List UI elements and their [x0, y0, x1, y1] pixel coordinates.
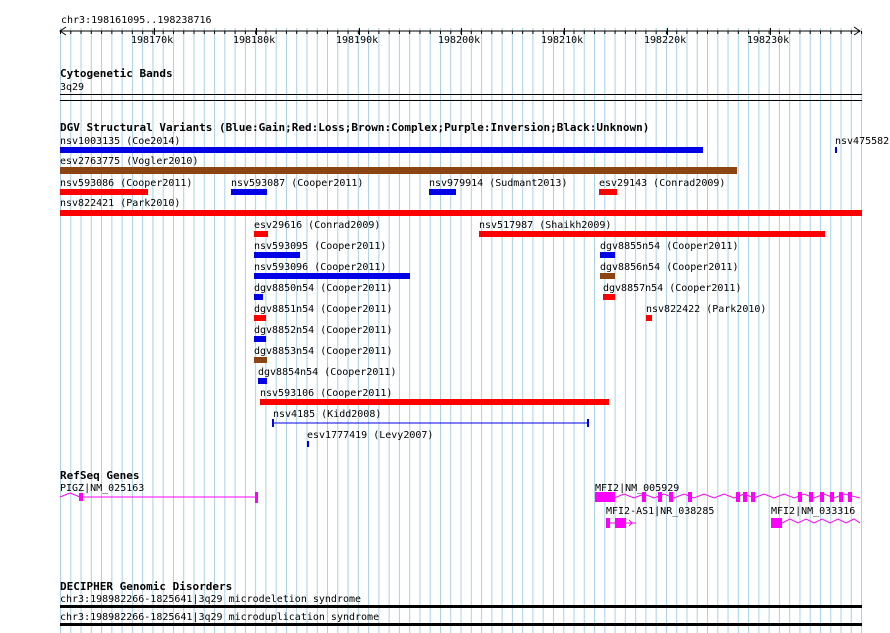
variant-label: nsv593087 (Cooper2011): [231, 178, 364, 189]
variant-gain-bar[interactable]: [254, 252, 300, 258]
variant-gain-bar[interactable]: [307, 441, 309, 447]
variant-loss-bar[interactable]: [646, 315, 652, 321]
cytoband-line[interactable]: [60, 100, 862, 101]
variant-label: nsv822422 (Park2010): [646, 304, 767, 315]
variant-label: esv29616 (Conrad2009): [254, 220, 381, 231]
ruler-label: 198200k: [438, 35, 481, 46]
variant-loss-bar[interactable]: [60, 189, 148, 195]
variant-label: dgv8852n54 (Cooper2011): [254, 325, 393, 336]
ruler-label: 198220k: [644, 35, 687, 46]
variant-complex-bar[interactable]: [60, 167, 737, 174]
variant-label: dgv8854n54 (Cooper2011): [258, 367, 397, 378]
gene-label: MFI2|NM_033316: [771, 506, 856, 517]
ruler-label: 198210k: [541, 35, 584, 46]
ruler-label: 198230k: [747, 35, 790, 46]
variant-label: dgv8855n54 (Cooper2011): [600, 241, 739, 252]
decipher-feature[interactable]: [60, 623, 862, 626]
variant-label: dgv8857n54 (Cooper2011): [603, 283, 742, 294]
decipher-label: chr3:198982266-1825641|3q29 microdeletio…: [60, 594, 362, 605]
variant-label: nsv979914 (Sudmant2013): [429, 178, 568, 189]
variant-gain-bar[interactable]: [600, 252, 615, 258]
decipher-track-title: DECIPHER Genomic Disorders: [60, 580, 233, 593]
variant-label: dgv8853n54 (Cooper2011): [254, 346, 393, 357]
gene-pigz[interactable]: [58, 491, 262, 505]
ruler-major-tick: [461, 28, 462, 35]
variant-label: nsv517987 (Shaikh2009): [479, 220, 612, 231]
variant-loss-bar[interactable]: [603, 294, 615, 300]
variant-loss-bar[interactable]: [254, 315, 266, 321]
variant-gain-bar[interactable]: [429, 189, 456, 195]
variant-label: esv2763775 (Vogler2010): [60, 156, 199, 167]
variant-gain-bar[interactable]: [254, 294, 263, 300]
variant-label: dgv8851n54 (Cooper2011): [254, 304, 393, 315]
variant-gain-bar[interactable]: [835, 147, 837, 153]
variant-label: esv1777419 (Levy2007): [307, 430, 434, 441]
ruler-major-tick: [667, 28, 668, 35]
variant-complex-bar[interactable]: [600, 273, 615, 279]
cytoband-line[interactable]: [60, 94, 862, 95]
variant-label: nsv593096 (Cooper2011): [254, 262, 387, 273]
variant-label: nsv593086 (Cooper2011): [60, 178, 193, 189]
variant-loss-bar[interactable]: [260, 399, 609, 405]
variant-loss-bar[interactable]: [479, 231, 825, 237]
ruler-major-tick: [770, 28, 771, 35]
variant-gain-bar[interactable]: [258, 378, 267, 384]
variant-label: dgv8856n54 (Cooper2011): [600, 262, 739, 273]
gene-mfi2-nm005929[interactable]: [594, 491, 864, 505]
cytoband-label: 3q29: [60, 82, 85, 93]
variant-gain-bar[interactable]: [254, 273, 410, 279]
ruler-major-tick: [154, 28, 155, 35]
variant-label: nsv475582: [835, 136, 890, 147]
variant-complex-bar[interactable]: [254, 357, 267, 363]
ruler-label: 198170k: [131, 35, 174, 46]
decipher-feature[interactable]: [60, 605, 862, 608]
variant-label: dgv8850n54 (Cooper2011): [254, 283, 393, 294]
variant-label: nsv593106 (Cooper2011): [260, 388, 393, 399]
ruler-label: 198190k: [336, 35, 379, 46]
variant-gain-bar[interactable]: [60, 147, 703, 153]
decipher-label: chr3:198982266-1825641|3q29 microduplica…: [60, 612, 380, 623]
ruler-major-tick: [256, 28, 257, 35]
gene-label: MFI2-AS1|NR_038285: [606, 506, 715, 517]
genome-browser-viewer: chr3:198161095..198238716 198170k 198180…: [0, 0, 890, 633]
dgv-track-title: DGV Structural Variants (Blue:Gain;Red:L…: [60, 121, 650, 134]
gene-mfi2-as1[interactable]: [604, 517, 638, 531]
variant-loss-bar[interactable]: [599, 189, 617, 195]
variant-label: nsv822421 (Park2010): [60, 198, 181, 209]
variant-gain-bar[interactable]: [231, 189, 267, 195]
variant-gain-bar[interactable]: [254, 336, 266, 342]
ruler-major-tick: [564, 28, 565, 35]
gene-mfi2-nm033316[interactable]: [770, 517, 862, 531]
cytoband-track-title: Cytogenetic Bands: [60, 67, 173, 80]
variant-loss-bar[interactable]: [60, 210, 862, 216]
refseq-track-title: RefSeq Genes: [60, 469, 140, 482]
variant-gain-span[interactable]: [272, 419, 592, 427]
ruler-major-tick: [359, 28, 360, 35]
ruler-label: 198180k: [233, 35, 276, 46]
variant-label: esv29143 (Conrad2009): [599, 178, 726, 189]
variant-label: nsv593095 (Cooper2011): [254, 241, 387, 252]
variant-loss-bar[interactable]: [254, 231, 268, 237]
variant-label: nsv1003135 (Coe2014): [60, 136, 181, 147]
